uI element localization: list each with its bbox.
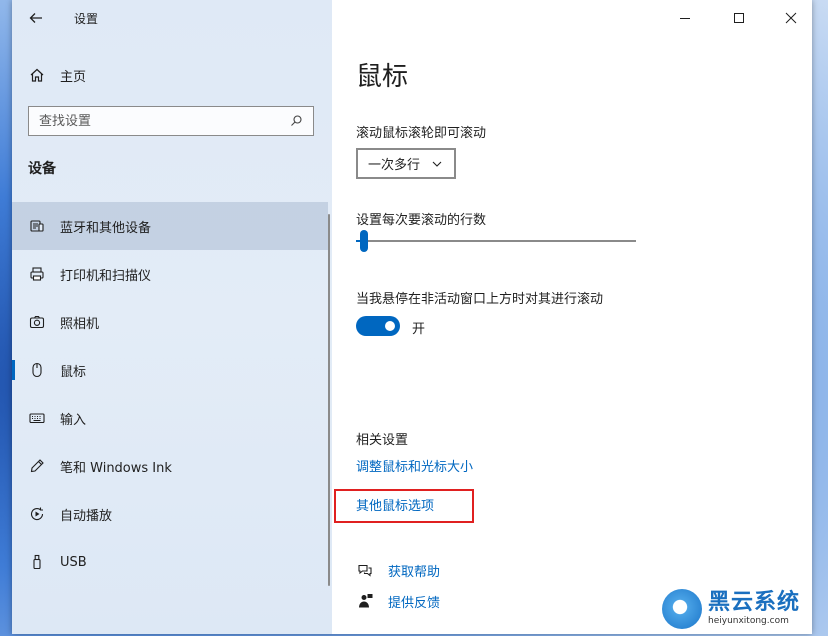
home-label: 主页 xyxy=(60,69,87,85)
lines-slider-track[interactable] xyxy=(356,240,636,242)
section-heading: 设备 xyxy=(28,161,56,177)
inactive-scroll-label: 当我悬停在非活动窗口上方时对其进行滚动 xyxy=(356,292,604,307)
sidebar-scrollbar[interactable] xyxy=(328,214,330,586)
settings-window: 设置 主页 设备 蓝牙和其他设备 xyxy=(12,0,812,634)
help-chat-icon xyxy=(356,561,374,579)
back-button[interactable] xyxy=(24,8,48,28)
chevron-down-icon xyxy=(428,155,446,173)
sidebar-item-label: 鼠标 xyxy=(60,364,87,380)
sidebar: 设置 主页 设备 蓝牙和其他设备 xyxy=(12,0,332,634)
get-help-row[interactable]: 获取帮助 xyxy=(356,560,440,580)
app-title: 设置 xyxy=(74,12,99,26)
feedback-row[interactable]: 提供反馈 xyxy=(356,591,440,611)
minimize-icon xyxy=(676,9,694,27)
usb-icon xyxy=(28,553,46,571)
watermark-brand: 黑云系统 xyxy=(708,590,801,615)
printer-icon xyxy=(28,265,46,283)
mouse-icon xyxy=(28,361,46,379)
lines-setting-label: 设置每次要滚动的行数 xyxy=(356,213,487,228)
watermark-url: heiyunxitong.com xyxy=(708,616,789,626)
related-settings-heading: 相关设置 xyxy=(356,433,409,448)
sidebar-item-autoplay[interactable]: 自动播放 xyxy=(12,490,328,538)
sidebar-item-input[interactable]: 输入 xyxy=(12,394,328,442)
sidebar-item-label: 蓝牙和其他设备 xyxy=(60,220,152,236)
close-button[interactable] xyxy=(776,6,806,30)
camera-icon xyxy=(28,313,46,331)
sidebar-item-label: 照相机 xyxy=(60,316,100,332)
sidebar-item-label: 打印机和扫描仪 xyxy=(60,268,152,284)
watermark-logo-icon xyxy=(662,589,702,629)
feedback-link[interactable]: 提供反馈 xyxy=(388,592,440,611)
sidebar-item-label: 笔和 Windows Ink xyxy=(60,460,172,476)
toggle-state-label: 开 xyxy=(412,322,426,337)
search-input[interactable] xyxy=(37,113,287,129)
sidebar-item-mouse[interactable]: 鼠标 xyxy=(12,346,328,394)
sidebar-item-pen[interactable]: 笔和 Windows Ink xyxy=(12,442,328,490)
search-box xyxy=(28,106,314,136)
maximize-icon xyxy=(730,9,748,27)
search-icon[interactable] xyxy=(287,112,305,130)
dropdown-value: 一次多行 xyxy=(368,158,421,173)
watermark: 黑云系统 heiyunxitong.com xyxy=(662,584,824,634)
adjust-mouse-cursor-size-link[interactable]: 调整鼠标和光标大小 xyxy=(356,456,473,475)
sidebar-nav: 蓝牙和其他设备 打印机和扫描仪 照相机 鼠标 输入 笔和 Windows Ink… xyxy=(12,202,328,586)
scroll-mode-dropdown[interactable]: 一次多行 xyxy=(356,148,456,179)
sidebar-item-printers[interactable]: 打印机和扫描仪 xyxy=(12,250,328,298)
maximize-button[interactable] xyxy=(724,6,754,30)
minimize-button[interactable] xyxy=(670,6,700,30)
toggle-knob xyxy=(385,321,395,331)
sidebar-item-bluetooth[interactable]: 蓝牙和其他设备 xyxy=(12,202,328,250)
pen-icon xyxy=(28,457,46,475)
close-icon xyxy=(782,9,800,27)
sidebar-item-label: 输入 xyxy=(60,412,87,428)
sidebar-item-camera[interactable]: 照相机 xyxy=(12,298,328,346)
page-title: 鼠标 xyxy=(356,62,409,92)
sidebar-item-usb[interactable]: USB xyxy=(12,538,328,586)
lines-slider-thumb[interactable] xyxy=(360,230,368,252)
bluetooth-devices-icon xyxy=(28,217,46,235)
inactive-scroll-toggle[interactable] xyxy=(356,316,400,336)
feedback-icon xyxy=(356,592,374,610)
autoplay-icon xyxy=(28,505,46,523)
home-icon xyxy=(28,66,46,84)
additional-mouse-options-link[interactable]: 其他鼠标选项 xyxy=(356,495,434,514)
sidebar-item-home[interactable]: 主页 xyxy=(28,64,86,86)
back-arrow-icon xyxy=(27,9,45,27)
scroll-setting-label: 滚动鼠标滚轮即可滚动 xyxy=(356,126,487,141)
watermark-text: 黑云系统 heiyunxitong.com xyxy=(708,592,800,626)
sidebar-item-label: USB xyxy=(60,554,87,570)
main-content: 鼠标 滚动鼠标滚轮即可滚动 一次多行 设置每次要滚动的行数 当我悬停在非活动窗口… xyxy=(332,0,812,634)
sidebar-item-label: 自动播放 xyxy=(60,508,113,524)
get-help-link[interactable]: 获取帮助 xyxy=(388,561,440,580)
keyboard-icon xyxy=(28,409,46,427)
